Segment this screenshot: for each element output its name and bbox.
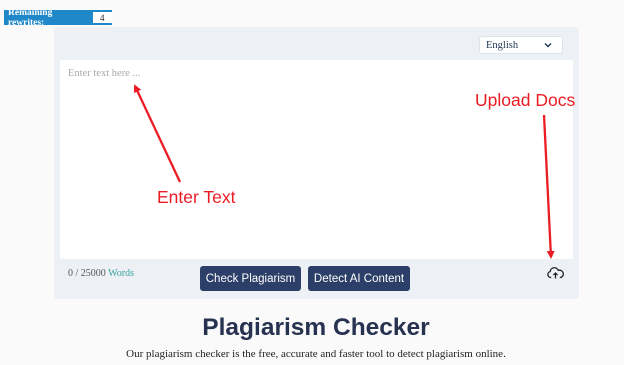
language-select[interactable]: English: [479, 36, 563, 54]
word-count-unit: Words: [108, 268, 134, 279]
detect-ai-content-button[interactable]: Detect AI Content: [308, 266, 410, 291]
enter-text-annotation: Enter Text: [157, 187, 236, 207]
chevron-down-icon: [544, 43, 552, 48]
word-counter: 0 / 25000 Words: [68, 268, 134, 279]
word-count-value: 0 / 25000: [68, 268, 106, 279]
language-select-value: English: [486, 39, 519, 51]
upload-docs-annotation: Upload Docs: [475, 90, 576, 110]
remaining-rewrites-label: Remaining rewrites:: [8, 7, 53, 28]
check-plagiarism-button[interactable]: Check Plagiarism: [200, 266, 301, 291]
remaining-rewrites-count: 4: [92, 12, 112, 23]
text-input-placeholder: Enter text here ...: [68, 68, 141, 79]
remaining-rewrites-badge: Remaining rewrites: 4: [4, 7, 112, 28]
page-title: Plagiarism Checker: [202, 314, 430, 341]
page-description: Our plagiarism checker is the free, accu…: [126, 348, 506, 360]
cloud-upload-icon[interactable]: [547, 266, 564, 279]
